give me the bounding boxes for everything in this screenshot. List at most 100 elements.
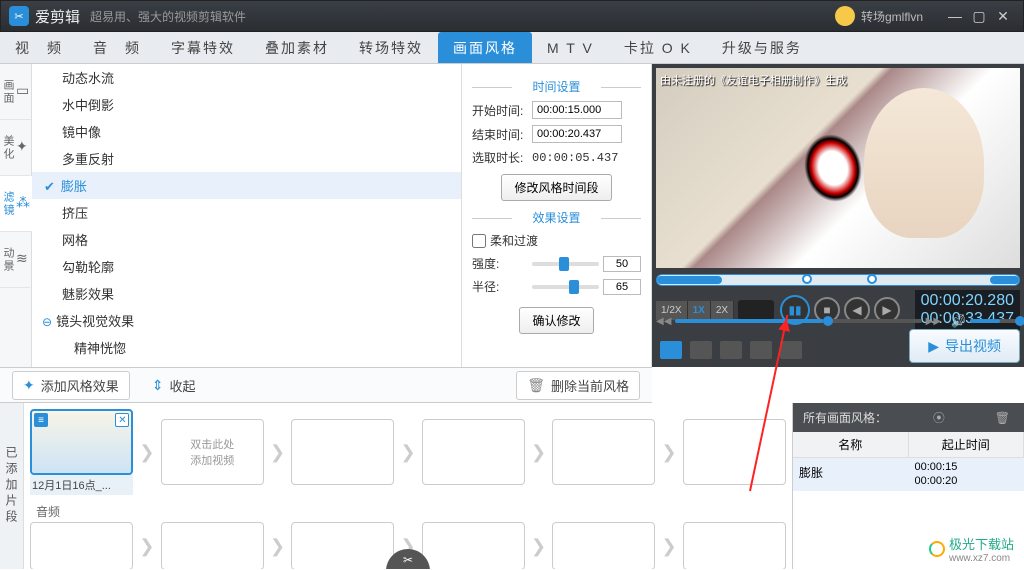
clips-area: ≡✕12月1日16点_...❯双击此处 添加视频❯❯❯❯ 音频 ❯❯❯❯❯ ✂: [24, 403, 792, 569]
delete-style-button[interactable]: 🗑删除当前风格: [516, 371, 640, 400]
locate-icon[interactable]: ⦿: [929, 409, 949, 426]
tab-1[interactable]: 音 频: [78, 32, 156, 63]
collapse-button[interactable]: ⇕收起: [142, 372, 206, 399]
soft-checkbox[interactable]: 柔和过渡: [472, 232, 641, 249]
cloud-icon[interactable]: [750, 341, 772, 359]
tree-item[interactable]: 水中倒影: [32, 91, 461, 118]
audio-label: 音频: [30, 501, 786, 522]
main-tabs: 视 频音 频字幕特效叠加素材转场特效画面风格M T V卡拉 O K升级与服务: [0, 32, 1024, 64]
arrow-icon: ❯: [270, 536, 285, 557]
user-name: 转场gmlflvn: [861, 8, 923, 25]
arrow-icon: ❯: [400, 442, 415, 463]
open-icon[interactable]: [690, 341, 712, 359]
tree-item[interactable]: 动态水流: [32, 64, 461, 91]
wand-icon: ✦: [23, 377, 35, 394]
tree-item[interactable]: 网格: [32, 226, 461, 253]
styles-list-pane: 所有画面风格： ⦿ 🗑 名称起止时间 膨胀 00:00:1500:00:20 极…: [792, 403, 1024, 569]
strength-slider[interactable]: [532, 262, 599, 266]
edit-time-button[interactable]: 修改风格时间段: [501, 174, 611, 201]
tree-item[interactable]: 魅影效果: [32, 280, 461, 307]
site-logo: 极光下载站www.xz7.com: [929, 534, 1014, 564]
clip-slot[interactable]: [683, 419, 786, 485]
delete-icon[interactable]: 🗑: [991, 411, 1014, 425]
preview-video[interactable]: [656, 68, 1020, 268]
title-bar: ✂ 爱剪辑 超易用、强大的视频剪辑软件 转场gmlflvn — ▢ ✕: [0, 0, 1024, 32]
tab-0[interactable]: 视 频: [0, 32, 78, 63]
tab-5[interactable]: 画面风格: [438, 32, 532, 63]
audio-slot[interactable]: [291, 522, 394, 569]
style-toolbar: ✦添加风格效果 ⇕收起 🗑删除当前风格: [0, 367, 652, 403]
side-tabs: ▭画面 ✦美化 ⁂滤镜 ≋动景: [0, 64, 32, 367]
tab-8[interactable]: 升级与服务: [707, 32, 817, 63]
clip-slot[interactable]: [422, 419, 525, 485]
minimize-button[interactable]: —: [943, 8, 967, 24]
audio-slot[interactable]: [30, 522, 133, 569]
save-icon[interactable]: [720, 341, 742, 359]
arrow-icon: ❯: [661, 442, 676, 463]
add-style-button[interactable]: ✦添加风格效果: [12, 371, 130, 400]
collapse-icon: ⇕: [152, 377, 164, 394]
avatar[interactable]: [835, 6, 855, 26]
effect-section-label: 效果设置: [472, 209, 641, 226]
arrow-icon: ❯: [661, 536, 676, 557]
volume-icon[interactable]: 🔊: [951, 314, 966, 328]
clip-slot[interactable]: [291, 419, 394, 485]
style-row[interactable]: 膨胀 00:00:1500:00:20: [793, 458, 1024, 491]
audio-slot[interactable]: [683, 522, 786, 569]
start-time-input[interactable]: [532, 101, 622, 119]
scrub-bar[interactable]: [675, 319, 921, 323]
app-title: 爱剪辑: [35, 6, 80, 27]
sidetab-filter[interactable]: ⁂滤镜: [0, 176, 32, 232]
styles-list-title: 所有画面风格：: [803, 409, 887, 426]
end-time-input[interactable]: [532, 125, 622, 143]
effect-tree[interactable]: 动态水流水中倒影镜中像多重反射膨胀挤压网格勾勒轮廓魅影效果镜头视觉效果精神恍惚醉…: [32, 64, 462, 367]
tab-2[interactable]: 字幕特效: [156, 32, 250, 63]
sidetab-scene[interactable]: ≋动景: [0, 232, 30, 288]
tree-item[interactable]: 挤压: [32, 199, 461, 226]
arrow-icon: ❯: [139, 442, 154, 463]
clip-caption: 12月1日16点_...: [30, 475, 133, 495]
clip-slot[interactable]: [552, 419, 655, 485]
time-section-label: 时间设置: [472, 78, 641, 95]
forward-icon[interactable]: ▶▶: [926, 316, 941, 327]
tree-item[interactable]: 精神恍惚: [32, 334, 461, 361]
arrow-icon: ❯: [270, 442, 285, 463]
watermark: 由未注册的《友谊电子相册制作》生成: [660, 72, 847, 88]
tab-4[interactable]: 转场特效: [344, 32, 438, 63]
share-icon[interactable]: [780, 341, 802, 359]
tree-item[interactable]: 镜中像: [32, 118, 461, 145]
tree-item[interactable]: 膨胀: [32, 172, 461, 199]
tab-7[interactable]: 卡拉 O K: [609, 32, 707, 63]
sidetab-beautify[interactable]: ✦美化: [0, 120, 30, 176]
audio-slot[interactable]: [161, 522, 264, 569]
trash-icon: 🗑: [527, 377, 545, 394]
strength-value[interactable]: [603, 256, 641, 272]
arrow-icon: ❯: [139, 536, 154, 557]
new-icon[interactable]: [660, 341, 682, 359]
maximize-button[interactable]: ▢: [967, 8, 991, 25]
export-icon: ▶: [928, 338, 939, 355]
audio-slot[interactable]: [422, 522, 525, 569]
tab-6[interactable]: M T V: [532, 32, 609, 63]
preview-area: 由未注册的《友谊电子相册制作》生成 1/2X 1X 2X ▮▮ ■ ◀ ▶ 00…: [652, 64, 1024, 367]
tree-item[interactable]: 多重反射: [32, 145, 461, 172]
timeline-track[interactable]: [656, 274, 1020, 286]
tree-item[interactable]: 勾勒轮廓: [32, 253, 461, 280]
export-button[interactable]: ▶导出视频: [909, 329, 1020, 363]
clip-slot[interactable]: 双击此处 添加视频: [161, 419, 264, 485]
arrow-icon: ❯: [531, 442, 546, 463]
tree-group[interactable]: 镜头视觉效果: [32, 307, 461, 334]
rewind-icon[interactable]: ◀◀: [656, 316, 671, 327]
duration-value: 00:00:05.437: [532, 151, 618, 165]
app-subtitle: 超易用、强大的视频剪辑软件: [90, 8, 246, 25]
confirm-button[interactable]: 确认修改: [519, 307, 593, 334]
volume-slider[interactable]: [970, 319, 1020, 323]
audio-slot[interactable]: [552, 522, 655, 569]
close-button[interactable]: ✕: [991, 8, 1015, 25]
clip-thumb[interactable]: ≡✕: [30, 409, 133, 475]
clips-side-label: 已添加片段: [0, 403, 24, 569]
sidetab-frame[interactable]: ▭画面: [0, 64, 31, 120]
radius-slider[interactable]: [532, 285, 599, 289]
radius-value[interactable]: [603, 279, 641, 295]
tab-3[interactable]: 叠加素材: [250, 32, 344, 63]
